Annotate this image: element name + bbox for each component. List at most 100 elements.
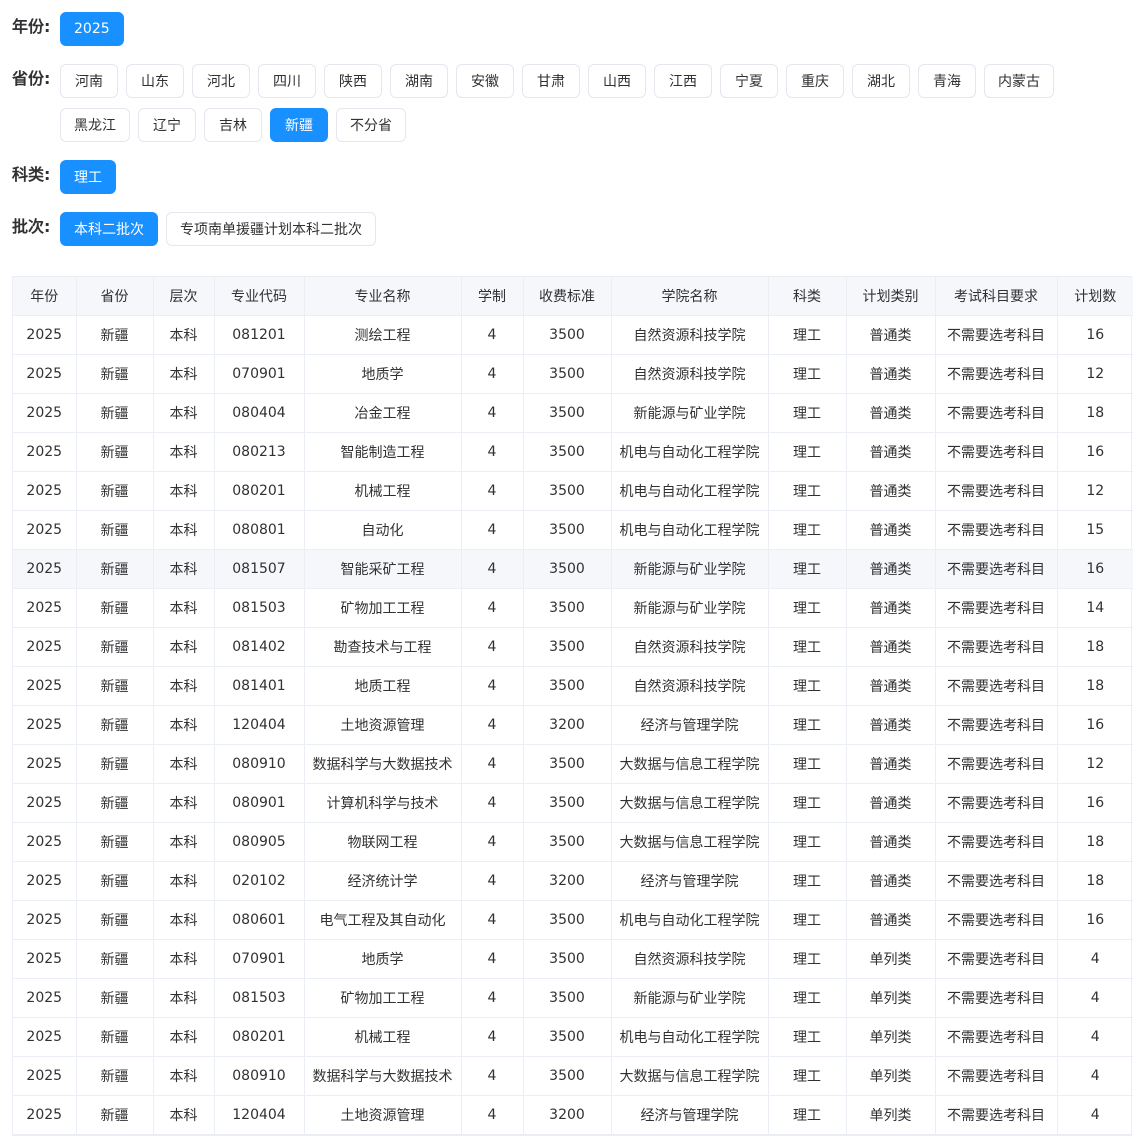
table-cell: 新疆 [76, 588, 154, 628]
table-row[interactable]: 2025 新疆 本科 080901 计算机科学与技术 4 3500 大数据与信息工程学院 理工普… [13, 783, 1133, 823]
table-row[interactable]: 2025 新疆 本科 020102 经济统计学 4 3200 经济与管理学院 理工 普通类 不需要选… [13, 861, 1133, 901]
table-cell: 4 [461, 744, 524, 784]
filter-province-option[interactable]: 陕西 [324, 64, 382, 98]
filter-province-option[interactable]: 山西 [588, 64, 646, 98]
table-row[interactable]: 2025 新疆 本科 080201 机械工程 4 3500 机电与自动化工程学院 理工 单列类 不需… [13, 1017, 1133, 1057]
table-cell: 普通类 [846, 510, 936, 550]
filter-province-option[interactable]: 不分省 [336, 108, 406, 142]
table-cell: 2025 [13, 549, 77, 589]
table-row[interactable]: 2025 新疆 本科 080910 数据科学与大数据技术 4 3500 大数据与信息工程学院理… [13, 744, 1133, 784]
filter-province-option[interactable]: 江西 [654, 64, 712, 98]
column-header: 层次 [153, 277, 215, 316]
table-cell: 4 [461, 861, 524, 901]
table-cell: 4 [1057, 939, 1133, 979]
table-cell: 本科 [153, 627, 215, 667]
table-cell: 080201 [214, 471, 305, 511]
table-cell: 机电与自动化工程学院 [611, 471, 769, 511]
filter-province-option[interactable]: 宁夏 [720, 64, 778, 98]
filter-category-label: 科类: [12, 165, 51, 184]
table-cell: 15 [1057, 510, 1133, 550]
filter-year-options: 2025 [60, 12, 1130, 56]
table-cell: 本科 [153, 510, 215, 550]
table-cell: 新疆 [76, 354, 154, 394]
filter-province-option[interactable]: 河南 [60, 64, 118, 98]
table-row[interactable]: 2025 新疆 本科 080201 机械工程 4 3500 机电与自动化工程学院 理工 普通类 不需… [13, 471, 1133, 511]
table-cell: 智能制造工程 [304, 432, 462, 472]
filter-province-option[interactable]: 安徽 [456, 64, 514, 98]
filter-province-option[interactable]: 吉林 [204, 108, 262, 142]
table-row[interactable]: 2025 新疆 本科 081401 地质工程 4 3500 自然资源科技学院 理工 普通类 不需要选… [13, 666, 1133, 706]
filter-province-option[interactable]: 湖北 [852, 64, 910, 98]
filter-province-option[interactable]: 甘肃 [522, 64, 580, 98]
table-cell: 理工 [768, 1056, 847, 1096]
table-cell: 4 [461, 354, 524, 394]
table-cell: 4 [461, 510, 524, 550]
table-cell: 2025 [13, 744, 77, 784]
table-row[interactable]: 2025 新疆 本科 081201 测绘工程 4 3500 自然资源科技学院 理工 普通类 不需要选… [13, 315, 1133, 355]
filter-province-option[interactable]: 河北 [192, 64, 250, 98]
filter-province-option[interactable]: 内蒙古 [984, 64, 1054, 98]
filter-province-option[interactable]: 湖南 [390, 64, 448, 98]
table-row[interactable]: 2025 新疆 本科 081503 矿物加工工程 4 3500 新能源与矿业学院 理工 普通类 不需… [13, 588, 1133, 628]
column-header: 计划数 [1057, 277, 1133, 316]
table-cell: 理工 [768, 744, 847, 784]
filter-category-option[interactable]: 理工 [60, 160, 116, 194]
table-cell: 3500 [523, 510, 612, 550]
table-cell: 3200 [523, 705, 612, 745]
table-cell: 070901 [214, 354, 305, 394]
table-cell: 本科 [153, 978, 215, 1018]
table-row[interactable]: 2025 新疆 本科 081507 智能采矿工程 4 3500 新能源与矿业学院 理工 普通类 不需… [13, 549, 1133, 589]
table-cell: 新疆 [76, 315, 154, 355]
table-cell: 本科 [153, 783, 215, 823]
table-cell: 本科 [153, 471, 215, 511]
table-row[interactable]: 2025 新疆 本科 080910 数据科学与大数据技术 4 3500 大数据与信息工程学院理… [13, 1056, 1133, 1096]
filter-province-option[interactable]: 辽宁 [138, 108, 196, 142]
table-cell: 3200 [523, 861, 612, 901]
table-cell: 不需要选考科目 [935, 393, 1058, 433]
filter-year-option[interactable]: 2025 [60, 12, 124, 46]
table-cell: 理工 [768, 939, 847, 979]
table-cell: 3500 [523, 783, 612, 823]
filter-province-option[interactable]: 四川 [258, 64, 316, 98]
table-cell: 理工 [768, 900, 847, 940]
table-row[interactable]: 2025 新疆 本科 080905 物联网工程 4 3500 大数据与信息工程学院 理工 普通类不… [13, 822, 1133, 862]
table-cell: 120404 [214, 705, 305, 745]
table-cell: 2025 [13, 510, 77, 550]
filter-batch-option[interactable]: 本科二批次 [60, 212, 158, 246]
table-cell: 4 [461, 588, 524, 628]
table-row[interactable]: 2025 新疆 本科 070901 地质学 4 3500 自然资源科技学院 理工 普通类 不需要选考… [13, 354, 1133, 394]
filter-province-option[interactable]: 重庆 [786, 64, 844, 98]
table-row[interactable]: 2025 新疆 本科 070901 地质学 4 3500 自然资源科技学院 理工 单列类 不需要选考… [13, 939, 1133, 979]
table-cell: 2025 [13, 705, 77, 745]
table-row[interactable]: 2025 新疆 本科 080801 自动化 4 3500 机电与自动化工程学院 理工 普通类 不需要… [13, 510, 1133, 550]
table-cell: 本科 [153, 705, 215, 745]
filter-province-option[interactable]: 黑龙江 [60, 108, 130, 142]
table-cell: 18 [1057, 822, 1133, 862]
table-cell: 新能源与矿业学院 [611, 393, 769, 433]
table-cell: 2025 [13, 861, 77, 901]
table-row[interactable]: 2025 新疆 本科 081402 勘查技术与工程 4 3500 自然资源科技学院 理工 普通类不… [13, 627, 1133, 667]
table-row[interactable]: 2025 新疆 本科 120404 土地资源管理 4 3200 经济与管理学院 理工 单列类 不需要… [13, 1095, 1133, 1135]
table-cell: 不需要选考科目 [935, 900, 1058, 940]
table-row[interactable]: 2025 新疆 本科 080404 冶金工程 4 3500 新能源与矿业学院 理工 普通类 不需要选… [13, 393, 1133, 433]
table-cell: 理工 [768, 627, 847, 667]
table-row[interactable]: 2025 新疆 本科 120404 土地资源管理 4 3200 经济与管理学院 理工 普通类 不需要… [13, 705, 1133, 745]
filter-province-option[interactable]: 山东 [126, 64, 184, 98]
table-row[interactable]: 2025 新疆 本科 080601 电气工程及其自动化 4 3500 机电与自动化工程学院 理工… [13, 900, 1133, 940]
table-cell: 081507 [214, 549, 305, 589]
table-row[interactable]: 2025 新疆 本科 080213 智能制造工程 4 3500 机电与自动化工程学院 理工 普通类… [13, 432, 1133, 472]
filter-province-option[interactable]: 新疆 [270, 108, 328, 142]
table-cell: 新疆 [76, 393, 154, 433]
table-cell: 理工 [768, 822, 847, 862]
table-cell: 理工 [768, 666, 847, 706]
table-cell: 理工 [768, 354, 847, 394]
table-cell: 普通类 [846, 666, 936, 706]
table-cell: 新疆 [76, 471, 154, 511]
table-row[interactable]: 2025 新疆 本科 081503 矿物加工工程 4 3500 新能源与矿业学院 理工 单列类 不需… [13, 978, 1133, 1018]
table-cell: 理工 [768, 588, 847, 628]
table-cell: 新疆 [76, 510, 154, 550]
filter-province-option[interactable]: 青海 [918, 64, 976, 98]
table-cell: 不需要选考科目 [935, 666, 1058, 706]
table-cell: 16 [1057, 783, 1133, 823]
filter-batch-option[interactable]: 专项南单援疆计划本科二批次 [166, 212, 376, 246]
